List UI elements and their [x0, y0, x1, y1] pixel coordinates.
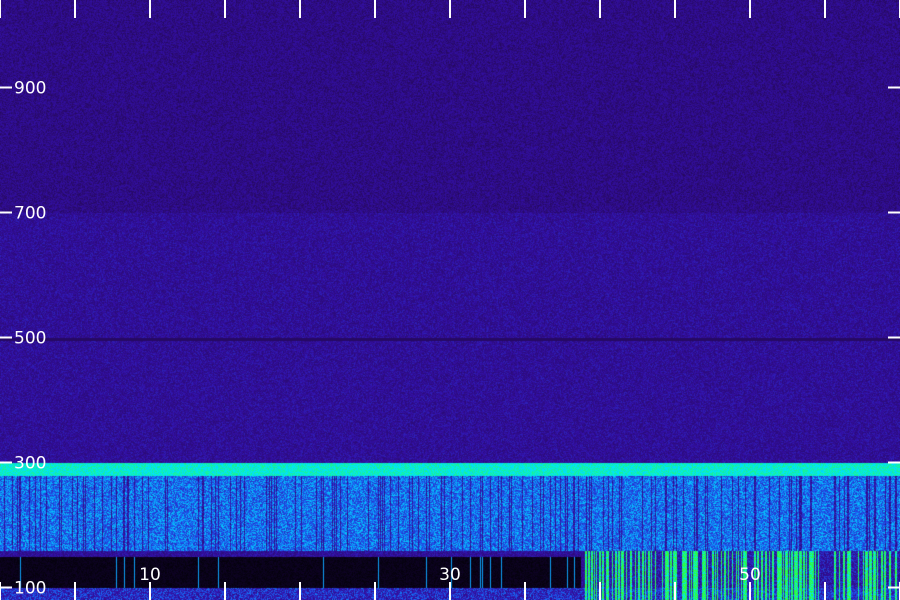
y-tick-label-1: 300: [14, 454, 46, 474]
y-tick-label-4: 900: [14, 79, 46, 99]
y-tick-label-3: 700: [14, 204, 46, 224]
y-tick-label-2: 500: [14, 329, 46, 349]
axis-overlay: 10 30 50 100 300 500 700 900: [0, 0, 900, 600]
x-tick-label-2: 50: [739, 565, 761, 585]
x-tick-label-1: 30: [439, 565, 461, 585]
y-tick-label-0: 100: [14, 579, 46, 599]
x-tick-label-0: 10: [139, 565, 161, 585]
